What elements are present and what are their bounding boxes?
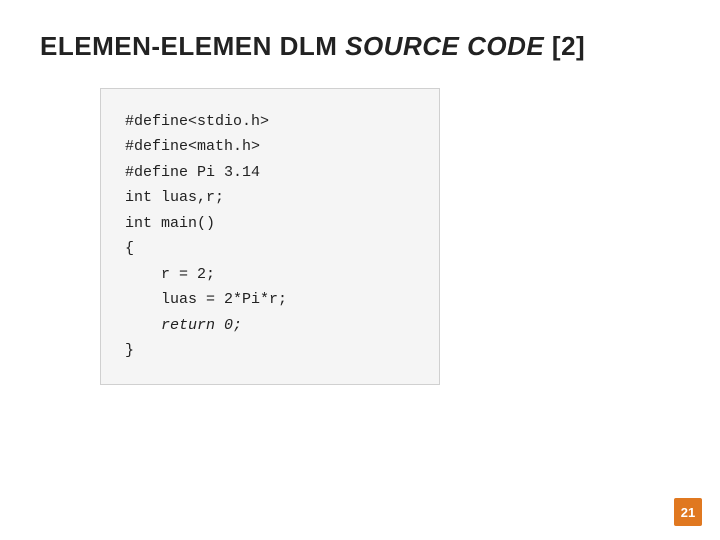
- slide-title: ELEMEN-ELEMEN DLM SOURCE CODE [2]: [40, 30, 680, 64]
- page-number: 21: [674, 498, 702, 526]
- title-italic: SOURCE CODE: [345, 31, 544, 61]
- title-suffix: [2]: [544, 31, 585, 61]
- title-prefix: ELEMEN-ELEMEN DLM: [40, 31, 345, 61]
- code-block: #define<stdio.h> #define<math.h> #define…: [100, 88, 440, 385]
- slide-container: ELEMEN-ELEMEN DLM SOURCE CODE [2] #defin…: [0, 0, 720, 540]
- code-content: #define<stdio.h> #define<math.h> #define…: [125, 109, 415, 364]
